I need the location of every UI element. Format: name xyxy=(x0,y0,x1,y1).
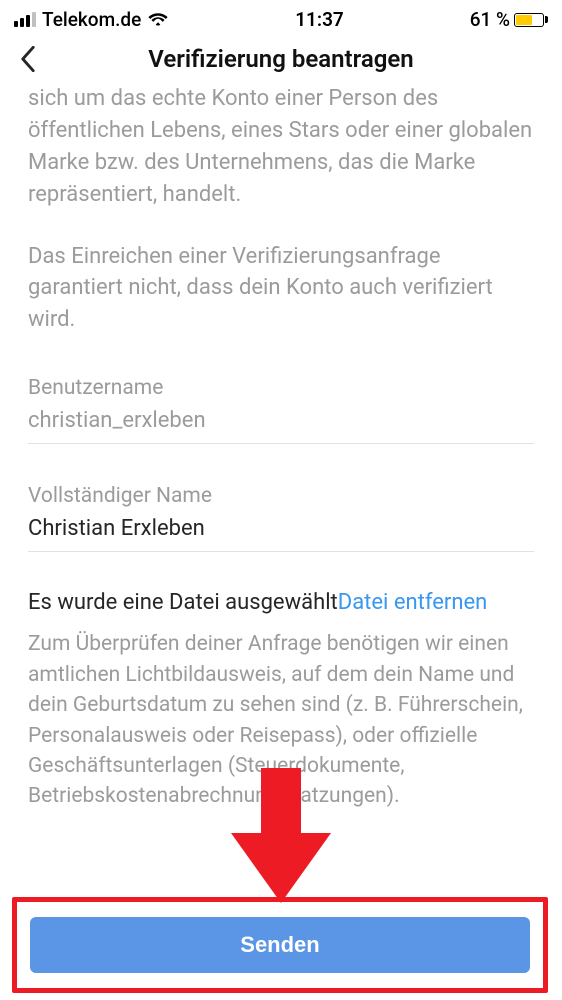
submit-button[interactable]: Senden xyxy=(30,917,530,973)
username-value: christian_erxleben xyxy=(28,408,534,433)
nav-bar: Verifizierung beantragen xyxy=(0,35,562,87)
cellular-signal-icon xyxy=(14,12,36,27)
document-hint: Zum Überprüfen deiner Anfrage benötigen … xyxy=(28,629,534,812)
status-bar: Telekom.de 11:37 61 % xyxy=(0,0,562,35)
file-selected-text: Es wurde eine Datei ausgewählt xyxy=(28,590,338,615)
remove-file-link[interactable]: Datei entfernen xyxy=(338,590,488,615)
battery-icon xyxy=(514,13,548,27)
fullname-label: Vollständiger Name xyxy=(28,484,534,508)
status-right: 61 % xyxy=(470,8,548,31)
username-field[interactable]: Benutzername christian_erxleben xyxy=(28,376,534,444)
wifi-icon xyxy=(147,8,169,31)
carrier-label: Telekom.de xyxy=(42,8,141,31)
main-content: sich um das echte Konto einer Person des… xyxy=(0,83,562,812)
intro-paragraph-2: Das Einreichen einer Verifizierungsanfra… xyxy=(28,241,534,337)
file-row: Es wurde eine Datei ausgewählt Datei ent… xyxy=(28,590,534,615)
status-time: 11:37 xyxy=(295,8,344,31)
battery-percent: 61 % xyxy=(470,8,510,31)
intro-paragraph-1: sich um das echte Konto einer Person des… xyxy=(28,83,534,211)
username-label: Benutzername xyxy=(28,376,534,400)
status-left: Telekom.de xyxy=(14,8,169,31)
fullname-value: Christian Erxleben xyxy=(28,516,534,541)
fullname-field[interactable]: Vollständiger Name Christian Erxleben xyxy=(28,484,534,552)
page-title: Verifizierung beantragen xyxy=(14,45,548,73)
